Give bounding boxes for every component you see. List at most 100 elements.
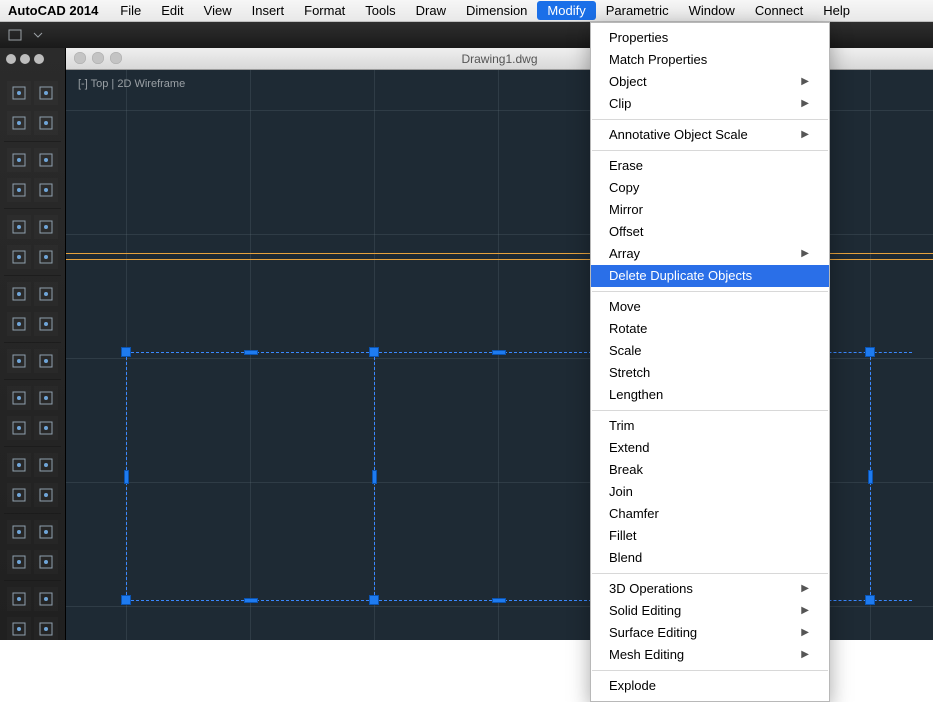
camera-tool[interactable] xyxy=(7,617,31,641)
crop-tool[interactable] xyxy=(34,245,58,269)
menu-item-clip[interactable]: Clip▶ xyxy=(591,93,829,115)
break-tool[interactable] xyxy=(7,520,31,544)
submenu-arrow-icon: ▶ xyxy=(801,73,809,91)
menu-item-chamfer[interactable]: Chamfer xyxy=(591,503,829,525)
menu-item-array[interactable]: Array▶ xyxy=(591,243,829,265)
tag-tool[interactable] xyxy=(7,312,31,336)
menu-file[interactable]: File xyxy=(110,1,151,20)
trim-tool[interactable] xyxy=(7,550,31,574)
menu-item-mirror[interactable]: Mirror xyxy=(591,199,829,221)
polyline-tool[interactable] xyxy=(7,148,31,172)
grip-handle[interactable] xyxy=(492,350,506,355)
menu-item-join[interactable]: Join xyxy=(591,481,829,503)
grip-handle[interactable] xyxy=(865,347,875,357)
menu-item-match-properties[interactable]: Match Properties xyxy=(591,49,829,71)
grip-handle[interactable] xyxy=(492,598,506,603)
menu-view[interactable]: View xyxy=(194,1,242,20)
menu-item-explode[interactable]: Explode xyxy=(591,675,829,697)
offset-tool[interactable] xyxy=(34,483,58,507)
submenu-arrow-icon: ▶ xyxy=(801,245,809,263)
line-tool[interactable] xyxy=(7,81,31,105)
menu-item-object[interactable]: Object▶ xyxy=(591,71,829,93)
menu-item-rotate[interactable]: Rotate xyxy=(591,318,829,340)
menu-draw[interactable]: Draw xyxy=(406,1,456,20)
menu-item-extend[interactable]: Extend xyxy=(591,437,829,459)
grip-handle[interactable] xyxy=(369,595,379,605)
grip-handle[interactable] xyxy=(369,347,379,357)
grip-handle[interactable] xyxy=(244,598,258,603)
menu-item-3d-operations[interactable]: 3D Operations▶ xyxy=(591,578,829,600)
grip-handle[interactable] xyxy=(121,347,131,357)
zoom-icon[interactable] xyxy=(110,52,122,64)
dimension-tool[interactable] xyxy=(34,312,58,336)
menu-item-properties[interactable]: Properties xyxy=(591,27,829,49)
grip-handle[interactable] xyxy=(372,470,377,484)
revision-tool[interactable] xyxy=(34,178,58,202)
inspect-tool[interactable] xyxy=(34,587,58,611)
grip-handle[interactable] xyxy=(244,350,258,355)
option-tool[interactable] xyxy=(34,617,58,641)
arrow-right-tool[interactable] xyxy=(34,111,58,135)
match-tool[interactable] xyxy=(34,282,58,306)
menu-item-annotative-object-scale[interactable]: Annotative Object Scale▶ xyxy=(591,124,829,146)
array-tool[interactable] xyxy=(7,453,31,477)
sphere-tool[interactable] xyxy=(7,215,31,239)
layer-tool[interactable] xyxy=(7,282,31,306)
menu-item-blend[interactable]: Blend xyxy=(591,547,829,569)
menu-item-surface-editing[interactable]: Surface Editing▶ xyxy=(591,622,829,644)
close-icon[interactable] xyxy=(74,52,86,64)
menu-item-lengthen[interactable]: Lengthen xyxy=(591,384,829,406)
viewport-label[interactable]: [-] Top | 2D Wireframe xyxy=(78,78,185,90)
menu-window[interactable]: Window xyxy=(679,1,745,20)
rectangle-tool[interactable] xyxy=(34,81,58,105)
menu-item-fillet[interactable]: Fillet xyxy=(591,525,829,547)
menu-item-solid-editing[interactable]: Solid Editing▶ xyxy=(591,600,829,622)
menu-parametric[interactable]: Parametric xyxy=(596,1,679,20)
box-tool[interactable] xyxy=(7,349,31,373)
mirror-tool[interactable] xyxy=(7,483,31,507)
menu-item-break[interactable]: Break xyxy=(591,459,829,481)
menu-item-mesh-editing[interactable]: Mesh Editing▶ xyxy=(591,644,829,666)
menu-separator xyxy=(592,119,828,120)
menu-item-stretch[interactable]: Stretch xyxy=(591,362,829,384)
spline-tool[interactable] xyxy=(7,178,31,202)
menu-connect[interactable]: Connect xyxy=(745,1,813,20)
grip-handle[interactable] xyxy=(121,595,131,605)
extend-tool[interactable] xyxy=(34,520,58,544)
arc-tool[interactable] xyxy=(34,148,58,172)
menu-item-label: Blend xyxy=(609,549,642,567)
menu-item-offset[interactable]: Offset xyxy=(591,221,829,243)
new-icon[interactable] xyxy=(6,25,26,45)
menu-tools[interactable]: Tools xyxy=(355,1,405,20)
dropdown-icon[interactable] xyxy=(28,25,48,45)
erase-tool[interactable] xyxy=(34,349,58,373)
minimize-icon[interactable] xyxy=(92,52,104,64)
measure-tool[interactable] xyxy=(7,587,31,611)
menu-modify[interactable]: Modify xyxy=(537,1,595,20)
menu-item-trim[interactable]: Trim xyxy=(591,415,829,437)
stretch-tool[interactable] xyxy=(34,416,58,440)
fillet-tool[interactable] xyxy=(34,550,58,574)
menu-item-delete-duplicate-objects[interactable]: Delete Duplicate Objects xyxy=(591,265,829,287)
grip-handle[interactable] xyxy=(124,470,129,484)
hatch-tool[interactable] xyxy=(34,215,58,239)
menu-item-copy[interactable]: Copy xyxy=(591,177,829,199)
menu-edit[interactable]: Edit xyxy=(151,1,193,20)
move-tool[interactable] xyxy=(7,386,31,410)
menu-help[interactable]: Help xyxy=(813,1,860,20)
menu-item-move[interactable]: Move xyxy=(591,296,829,318)
grip-handle[interactable] xyxy=(868,470,873,484)
menu-format[interactable]: Format xyxy=(294,1,355,20)
grip-handle[interactable] xyxy=(865,595,875,605)
menu-dimension[interactable]: Dimension xyxy=(456,1,537,20)
menu-item-erase[interactable]: Erase xyxy=(591,155,829,177)
app-name: AutoCAD 2014 xyxy=(8,3,98,18)
align-tool[interactable] xyxy=(34,453,58,477)
menu-insert[interactable]: Insert xyxy=(242,1,295,20)
scale-tool[interactable] xyxy=(7,416,31,440)
region-tool[interactable] xyxy=(7,245,31,269)
window-controls[interactable] xyxy=(74,52,122,64)
rotate-tool[interactable] xyxy=(34,386,58,410)
arrow-left-tool[interactable] xyxy=(7,111,31,135)
menu-item-scale[interactable]: Scale xyxy=(591,340,829,362)
